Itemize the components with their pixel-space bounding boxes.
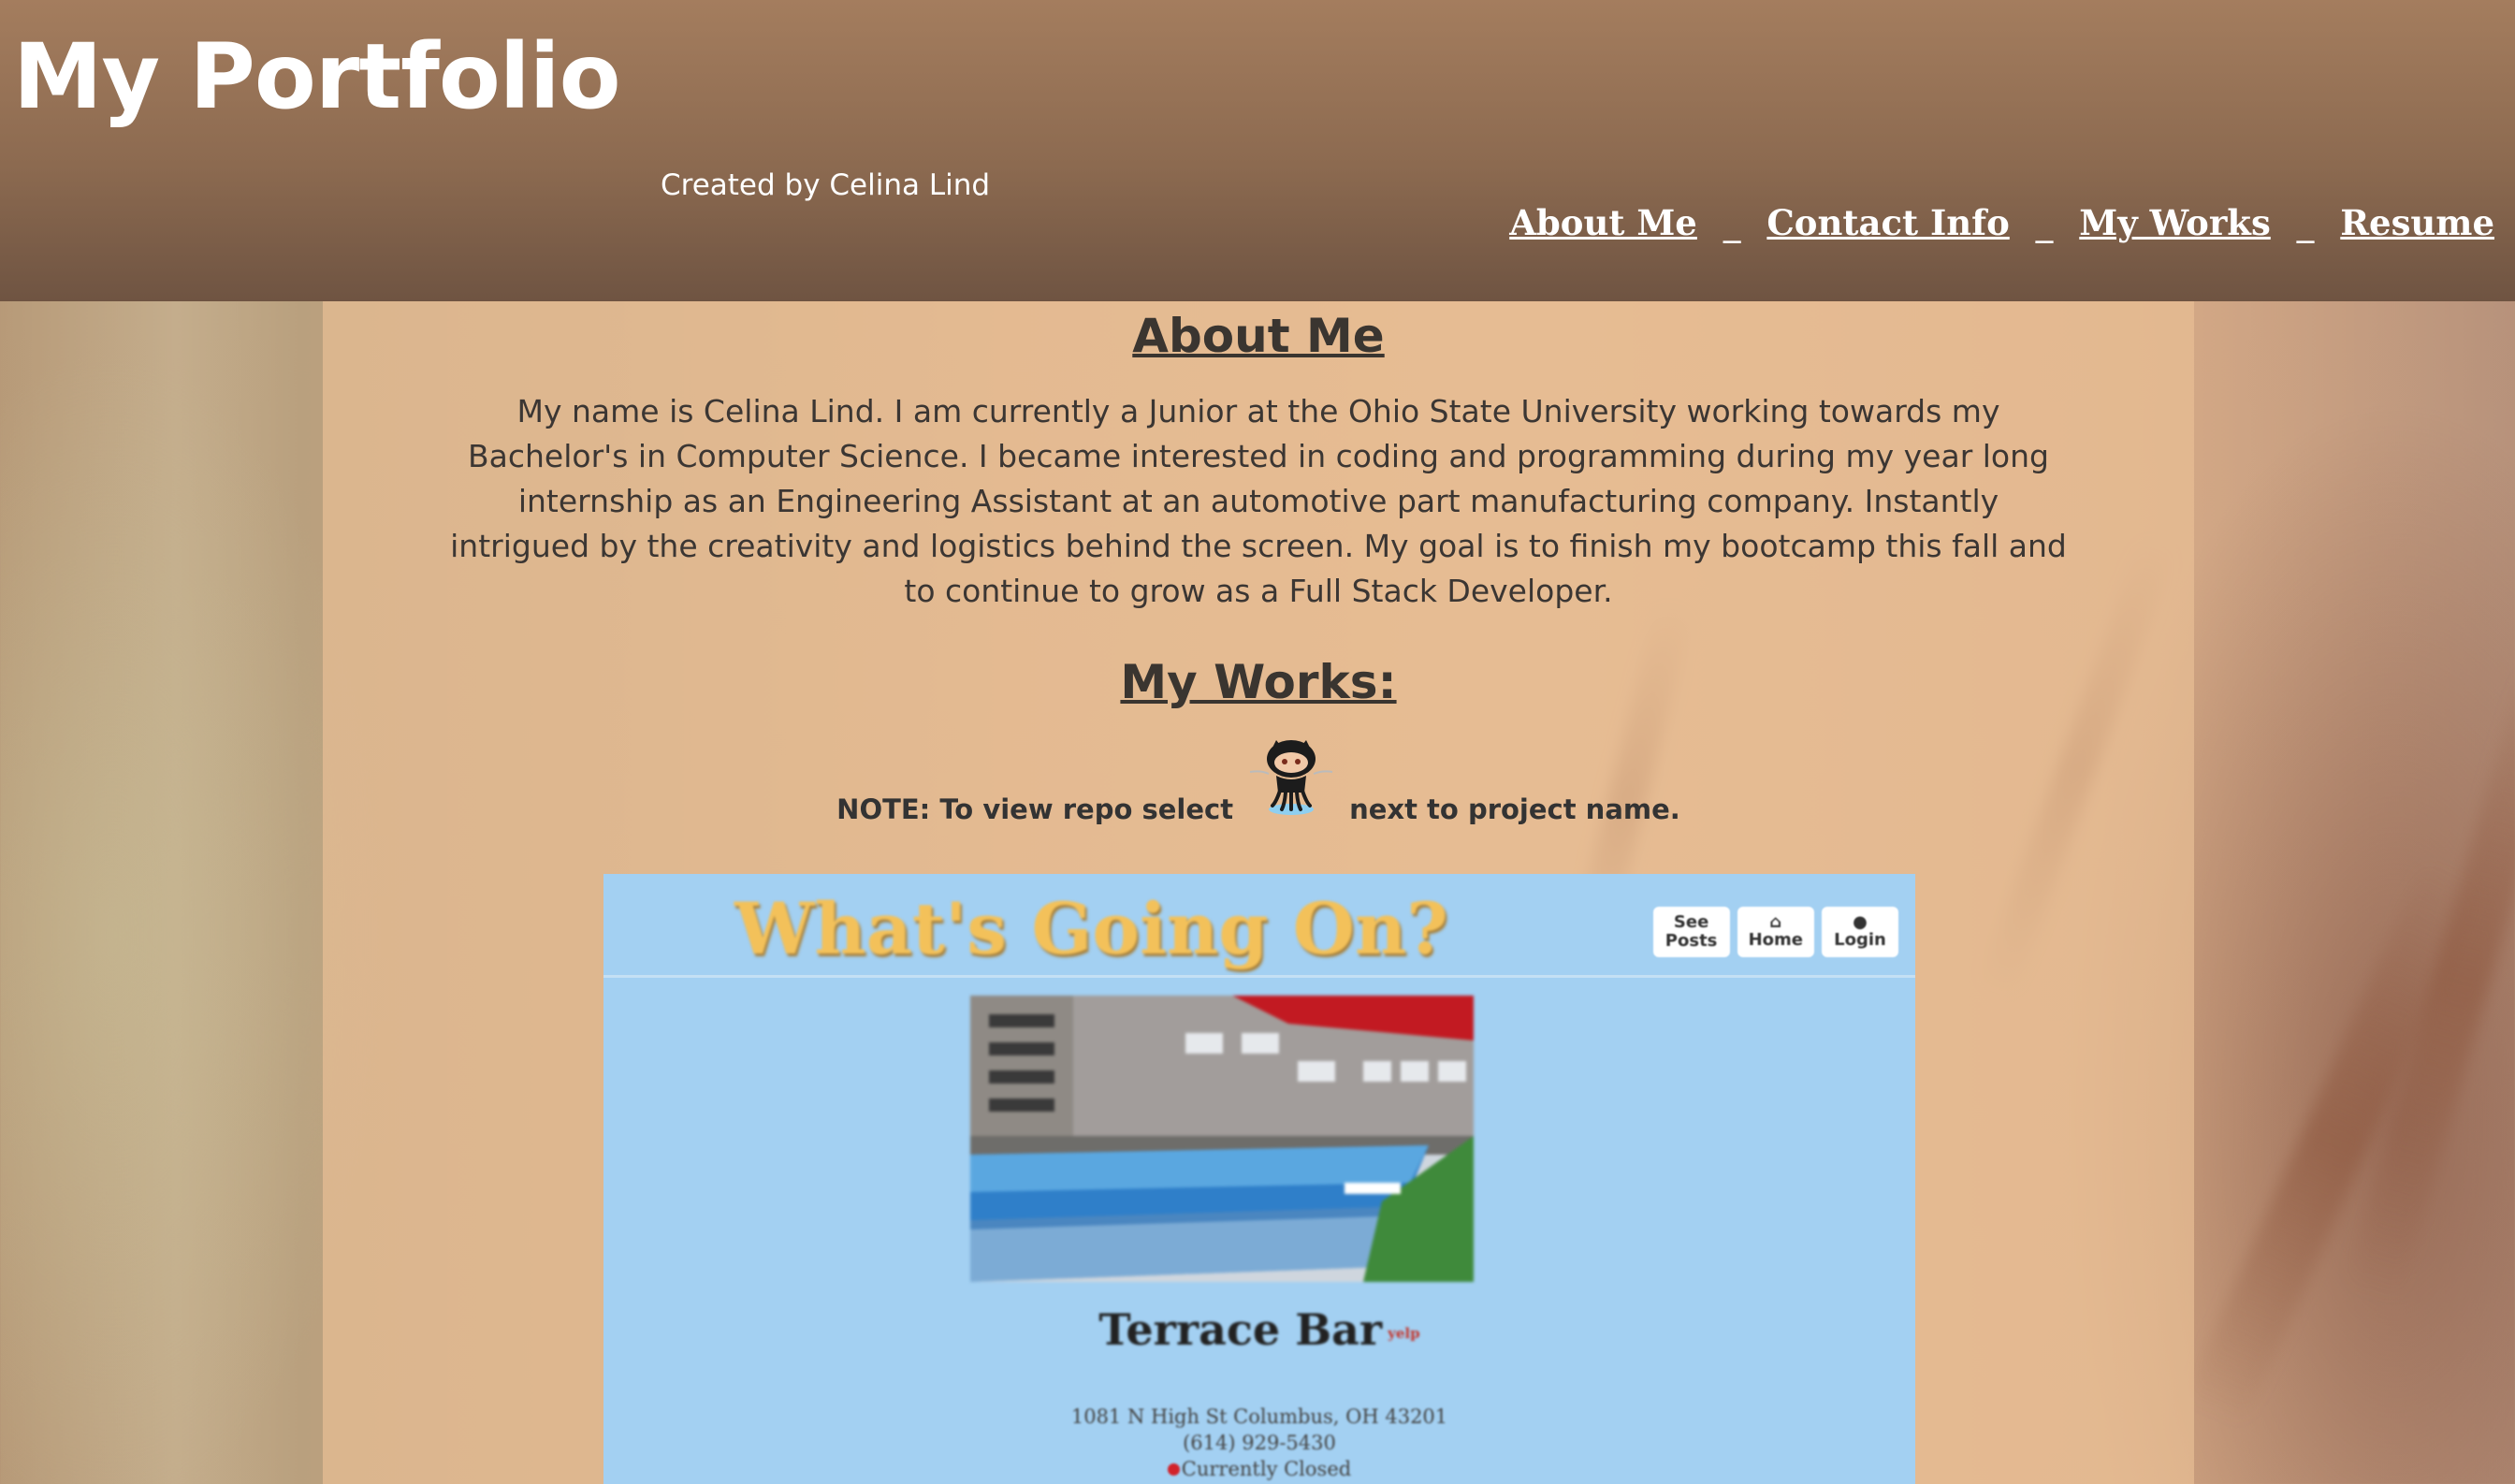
venue-status-text: Currently Closed [1181, 1458, 1352, 1480]
venue-name-row: Terrace Bar yelp [603, 1304, 1915, 1355]
nav-separator: _ [1723, 203, 1741, 243]
nav-link-my-works[interactable]: My Works [2079, 202, 2271, 243]
home-label: Home [1748, 930, 1803, 950]
note-text-before: NOTE: To view repo select [836, 793, 1234, 825]
closed-status-dot [1167, 1463, 1180, 1476]
about-paragraph: My name is Celina Lind. I am currently a… [450, 393, 2067, 609]
about-heading: About Me [1132, 309, 1385, 363]
github-octocat-icon [1249, 740, 1333, 815]
nav-separator: _ [2296, 203, 2315, 243]
author-byline: Created by Celina Lind [661, 168, 991, 202]
venue-phone: (614) 929-5430 [1183, 1432, 1336, 1454]
main-nav: About Me _ Contact Info _ My Works _ Res… [1509, 202, 2494, 243]
venue-details: 1081 N High St Columbus, OH 43201 (614) … [603, 1404, 1915, 1482]
yelp-logo: yelp [1388, 1325, 1420, 1342]
works-heading: My Works: [1120, 655, 1397, 709]
project-title: What's Going On? [734, 887, 1448, 970]
nav-link-about-me[interactable]: About Me [1509, 202, 1697, 243]
nav-link-resume[interactable]: Resume [2340, 202, 2494, 243]
login-label: Login [1834, 930, 1886, 950]
site-title: My Portfolio [13, 24, 621, 129]
venue-photo [970, 996, 1474, 1282]
see-posts-label: See Posts [1665, 912, 1718, 951]
home-button: ⌂ Home [1737, 907, 1814, 957]
login-button: ● Login [1822, 907, 1898, 957]
project-nav-buttons: See Posts ⌂ Home ● Login [1652, 907, 1898, 957]
project-screenshot[interactable]: What's Going On? See Posts ⌂ Home ● Logi… [603, 874, 1915, 1484]
venue-address: 1081 N High St Columbus, OH 43201 [1070, 1405, 1448, 1428]
content-panel: About Me My name is Celina Lind. I am cu… [323, 301, 2194, 1484]
nav-link-contact-info[interactable]: Contact Info [1766, 202, 2009, 243]
home-icon: ⌂ [1769, 912, 1782, 932]
see-posts-button: See Posts [1652, 907, 1730, 957]
nav-separator: _ [2035, 203, 2054, 243]
site-header: My Portfolio Created by Celina Lind Abou… [0, 0, 2515, 301]
venue-status: Currently Closed [603, 1456, 1915, 1482]
note-text-after: next to project name. [1349, 793, 1680, 825]
repo-note: NOTE: To view repo select next to projec… [323, 730, 2194, 825]
user-icon: ● [1853, 912, 1868, 932]
project-header: What's Going On? See Posts ⌂ Home ● Logi… [603, 874, 1915, 978]
venue-name: Terrace Bar [1098, 1304, 1383, 1355]
